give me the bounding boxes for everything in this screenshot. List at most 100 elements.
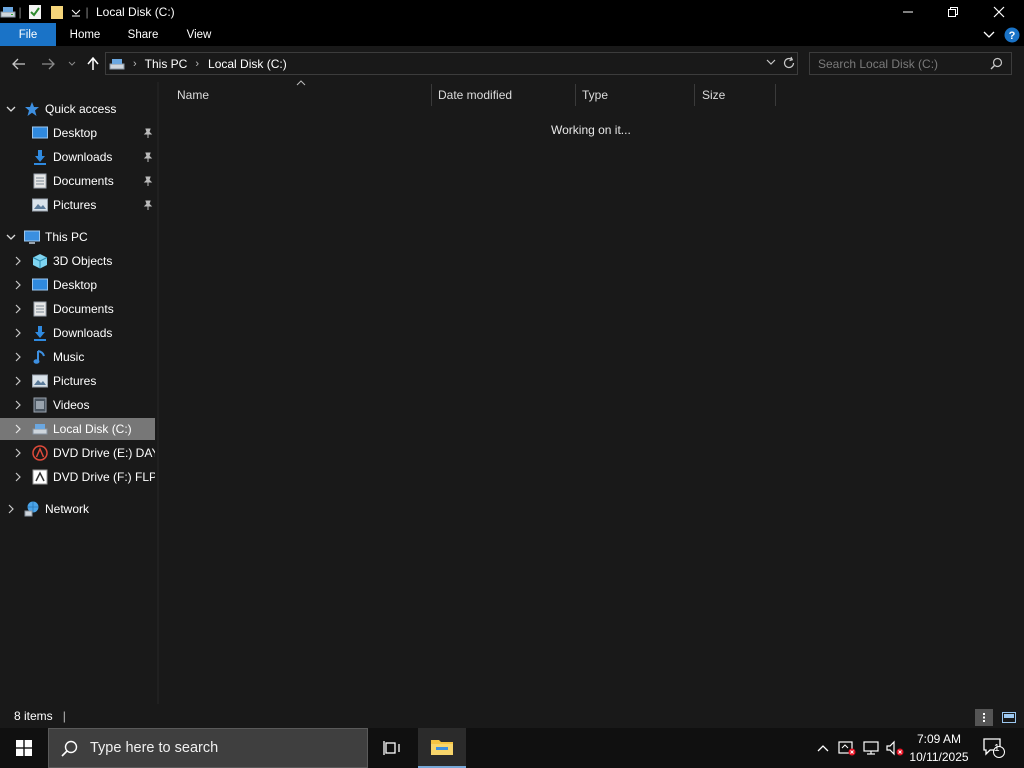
pin-icon[interactable]: [142, 199, 154, 211]
column-header-date-modified[interactable]: Date modified: [438, 82, 574, 108]
sidebar-item-label: Desktop: [53, 278, 98, 292]
chevron-right-icon[interactable]: [12, 423, 24, 435]
column-header-size[interactable]: Size: [702, 82, 772, 108]
ribbon-right-controls: ?: [978, 23, 1024, 46]
security-alert-icon: [838, 741, 856, 756]
sidebar-item-quick-access[interactable]: Quick access: [0, 98, 155, 120]
chevron-right-icon[interactable]: [12, 375, 24, 387]
file-explorer-icon: [431, 740, 453, 755]
expand-ribbon-button[interactable]: [978, 31, 1000, 39]
sidebar-item-videos[interactable]: Videos: [0, 394, 155, 416]
sidebar-item-label: Pictures: [53, 198, 97, 212]
chevron-right-icon[interactable]: [12, 447, 24, 459]
search-input[interactable]: [818, 56, 988, 71]
large-icons-view-button[interactable]: [1000, 709, 1018, 726]
sidebar-item-qa-desktop[interactable]: Desktop: [0, 122, 155, 144]
minimize-button[interactable]: [885, 0, 931, 23]
chevron-right-icon[interactable]: [12, 303, 24, 315]
sidebar-item-network[interactable]: Network: [0, 498, 155, 520]
help-button[interactable]: ?: [1000, 27, 1024, 43]
back-button[interactable]: [9, 54, 29, 74]
chevron-right-icon[interactable]: [12, 351, 24, 363]
properties-icon[interactable]: [24, 4, 46, 20]
downloads-icon: [32, 149, 48, 165]
column-divider[interactable]: [694, 84, 695, 106]
close-button[interactable]: [976, 0, 1022, 23]
chevron-right-icon[interactable]: [12, 327, 24, 339]
start-button[interactable]: [0, 728, 48, 768]
refresh-button[interactable]: [782, 56, 796, 70]
chevron-down-icon[interactable]: [5, 103, 17, 115]
tab-view[interactable]: View: [172, 23, 226, 46]
large-icons-view-icon: [1002, 712, 1016, 723]
show-hidden-icons-button[interactable]: [812, 728, 834, 768]
breadcrumb-this-pc[interactable]: This PC: [145, 57, 188, 71]
sidebar-item-label: Documents: [53, 302, 114, 316]
tab-file[interactable]: File: [0, 23, 56, 46]
chevron-right-icon[interactable]: [5, 503, 17, 515]
tab-share[interactable]: Share: [114, 23, 172, 46]
sidebar-item-documents[interactable]: Documents: [0, 298, 155, 320]
details-view-icon: [983, 713, 985, 722]
sidebar-item-label: 3D Objects: [53, 254, 113, 268]
item-count: 8 items: [14, 709, 53, 723]
new-folder-icon[interactable]: [46, 4, 68, 20]
restore-button[interactable]: [930, 0, 976, 23]
details-view-button[interactable]: [975, 709, 993, 726]
sidebar-item-label: Downloads: [53, 150, 113, 164]
address-bar[interactable]: › This PC › Local Disk (C:): [105, 52, 798, 75]
sidebar-item-qa-pictures[interactable]: Pictures: [0, 194, 155, 216]
taskbar-search-box[interactable]: Type here to search: [48, 728, 368, 768]
clock-date: 10/11/2025: [909, 750, 969, 764]
column-header-name[interactable]: Name: [177, 82, 427, 108]
sidebar-item-label: Desktop: [53, 126, 98, 140]
chevron-right-icon[interactable]: [12, 471, 24, 483]
sidebar-item-qa-documents[interactable]: Documents: [0, 170, 155, 192]
address-history-button[interactable]: [766, 58, 776, 66]
tab-home[interactable]: Home: [56, 23, 114, 46]
pin-icon[interactable]: [142, 127, 154, 139]
taskbar-clock[interactable]: 7:09 AM 10/11/2025: [905, 730, 973, 766]
column-divider[interactable]: [431, 84, 432, 106]
computer-icon: [24, 229, 40, 245]
forward-button[interactable]: [38, 54, 58, 74]
sidebar-item-dvd-drive-f[interactable]: DVD Drive (F:) FLPR: [0, 466, 155, 488]
customize-qat-chevron-icon[interactable]: [68, 4, 84, 20]
recent-locations-button[interactable]: [62, 54, 82, 74]
column-divider[interactable]: [575, 84, 576, 106]
breadcrumb-local-disk[interactable]: Local Disk (C:): [208, 57, 287, 71]
chevron-down-icon[interactable]: [5, 231, 17, 243]
breadcrumb-separator-icon[interactable]: ›: [195, 58, 199, 70]
svg-text:?: ?: [1009, 30, 1016, 42]
pin-icon[interactable]: [142, 151, 154, 163]
volume-tray-button[interactable]: [884, 728, 906, 768]
windows-security-tray-button[interactable]: [836, 728, 858, 768]
chevron-right-icon[interactable]: [12, 279, 24, 291]
chevron-right-icon[interactable]: [12, 399, 24, 411]
sidebar-item-pictures[interactable]: Pictures: [0, 370, 155, 392]
breadcrumb-separator-icon[interactable]: ›: [133, 58, 137, 70]
chevron-right-icon[interactable]: [12, 255, 24, 267]
action-center-button[interactable]: 1: [978, 728, 1010, 768]
sidebar-item-downloads[interactable]: Downloads: [0, 322, 155, 344]
search-box[interactable]: [809, 52, 1012, 75]
documents-icon: [32, 173, 48, 189]
column-divider[interactable]: [775, 84, 776, 106]
sidebar-item-desktop[interactable]: Desktop: [0, 274, 155, 296]
sidebar-item-dvd-drive-e[interactable]: DVD Drive (E:) DAY_: [0, 442, 155, 464]
up-button[interactable]: [83, 54, 103, 74]
sidebar-item-this-pc[interactable]: This PC: [0, 226, 155, 248]
close-icon: [993, 6, 1005, 17]
task-view-button[interactable]: [368, 728, 416, 768]
column-header-type[interactable]: Type: [582, 82, 692, 108]
taskbar-file-explorer-button[interactable]: [418, 728, 466, 768]
drive-icon[interactable]: [0, 4, 16, 20]
windows-logo-icon: [16, 740, 32, 756]
pin-icon[interactable]: [142, 175, 154, 187]
sidebar-item-qa-downloads[interactable]: Downloads: [0, 146, 155, 168]
sidebar-item-local-disk-c[interactable]: Local Disk (C:): [0, 418, 155, 440]
sidebar-item-3d-objects[interactable]: 3D Objects: [0, 250, 155, 272]
network-tray-button[interactable]: [860, 728, 882, 768]
sidebar-item-music[interactable]: Music: [0, 346, 155, 368]
ribbon-tabs: File Home Share View ?: [0, 23, 1024, 46]
